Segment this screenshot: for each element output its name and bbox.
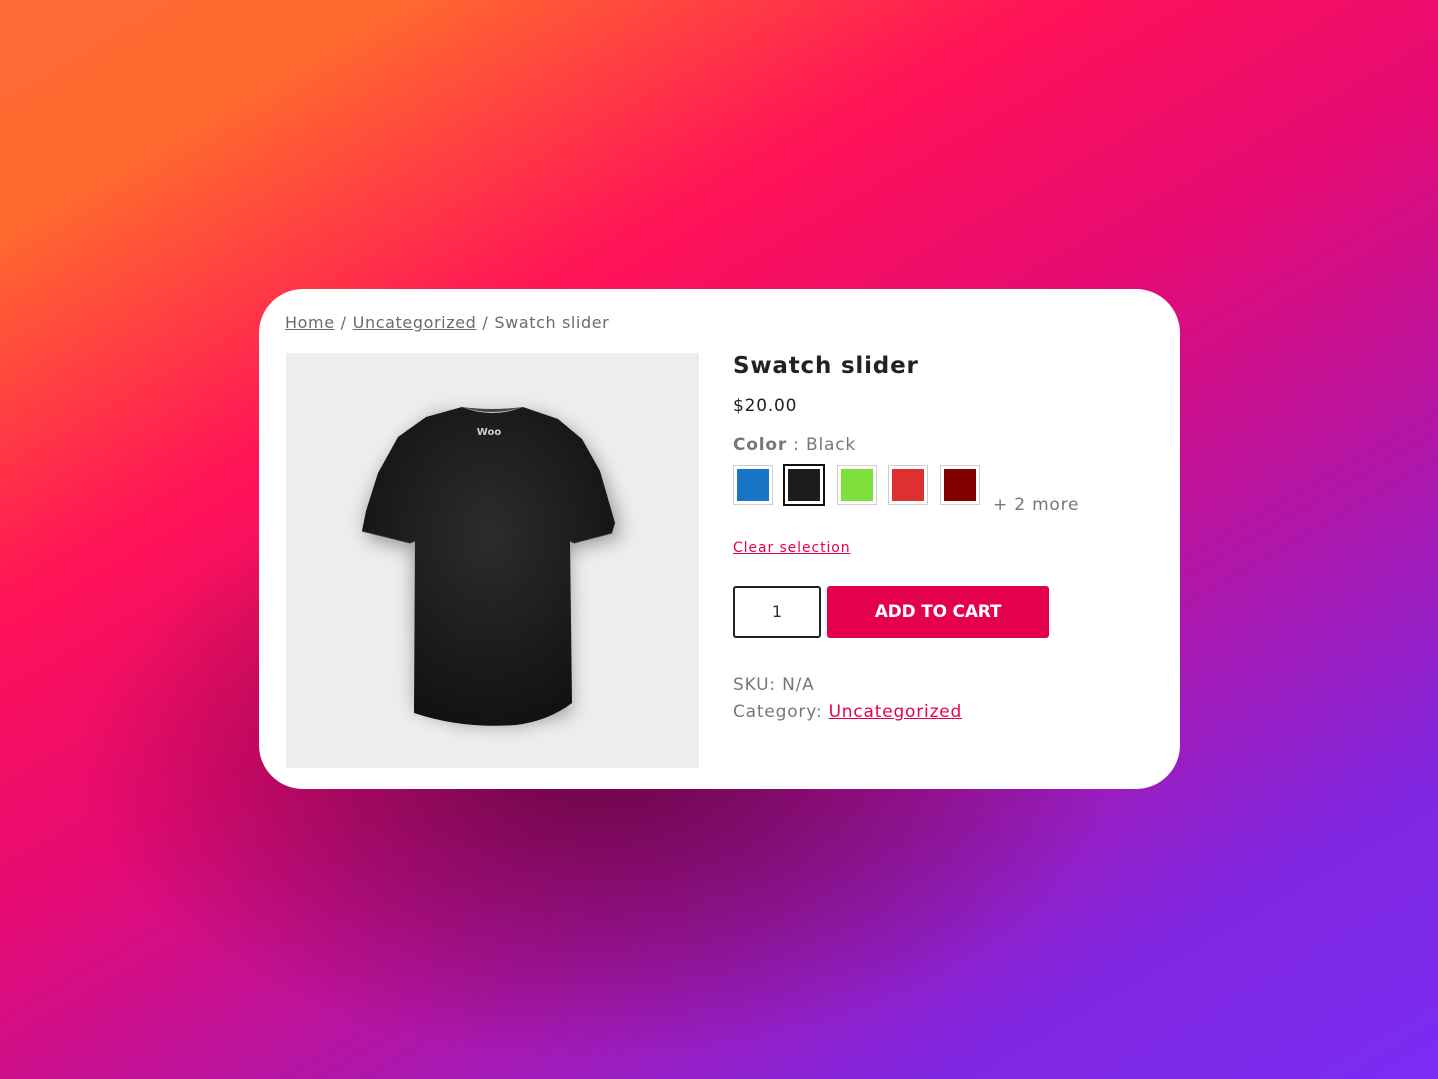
breadcrumb: Home / Uncategorized / Swatch slider [285, 313, 609, 332]
sku-row: SKU: N/A [733, 675, 962, 702]
breadcrumb-separator: / [482, 313, 489, 332]
color-label: Color [733, 435, 788, 455]
swatch-black[interactable] [783, 464, 825, 506]
category-row: Category: Uncategorized [733, 702, 962, 729]
sku-value: N/A [782, 675, 815, 695]
breadcrumb-category-link[interactable]: Uncategorized [353, 313, 477, 332]
clear-selection-link[interactable]: Clear selection [733, 540, 851, 556]
product-title: Swatch slider [733, 353, 919, 379]
swatch-fill [841, 469, 873, 501]
swatch-red[interactable] [888, 465, 928, 505]
swatch-blue[interactable] [733, 465, 773, 505]
color-swatches: + 2 more [733, 464, 1153, 515]
more-swatches-link[interactable]: + 2 more [993, 495, 1079, 515]
swatch-dark-red[interactable] [940, 465, 980, 505]
color-separator: : [787, 435, 806, 455]
category-link[interactable]: Uncategorized [829, 702, 963, 722]
swatch-fill [788, 469, 820, 501]
breadcrumb-home-link[interactable]: Home [285, 313, 335, 332]
swatch-fill [944, 469, 976, 501]
category-label: Category: [733, 702, 829, 722]
product-card: Home / Uncategorized / Swatch slider Woo Swa… [259, 289, 1180, 789]
tshirt-logo: Woo [477, 427, 502, 438]
swatch-green[interactable] [837, 465, 877, 505]
swatch-fill [892, 469, 924, 501]
tshirt-image: Woo [361, 407, 620, 726]
breadcrumb-current: Swatch slider [494, 313, 610, 332]
add-to-cart-button[interactable]: ADD TO CART [827, 586, 1049, 638]
quantity-input[interactable]: 1 [733, 586, 821, 638]
swatch-fill [737, 469, 769, 501]
sku-label: SKU: [733, 675, 783, 695]
product-price: $20.00 [733, 396, 798, 416]
product-meta: SKU: N/A Category: Uncategorized [733, 675, 962, 729]
product-image[interactable]: Woo [286, 353, 699, 768]
color-attribute-label: Color : Black [733, 435, 856, 455]
breadcrumb-separator: / [340, 313, 347, 332]
color-selected-value: Black [805, 435, 856, 455]
